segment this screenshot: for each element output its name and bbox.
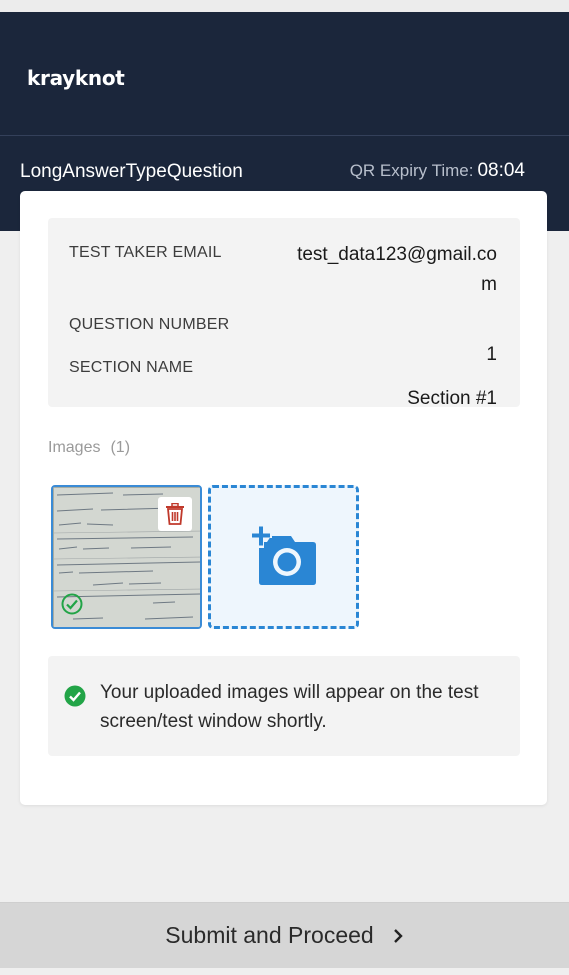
- test-info-panel: TEST TAKER EMAIL test_data123@gmail.com …: [48, 218, 520, 409]
- email-label: TEST TAKER EMAIL: [69, 244, 222, 261]
- add-photo-icon: [249, 526, 316, 585]
- section-name-label: SECTION NAME: [69, 359, 194, 376]
- bottom-strip: [0, 968, 569, 975]
- question-number-value: 1: [486, 344, 497, 365]
- header-divider: [0, 135, 569, 136]
- qr-expiry-time: 08:04: [477, 160, 525, 181]
- top-status-strip: [0, 0, 569, 12]
- images-heading: Images (1): [48, 439, 130, 457]
- question-type-title: LongAnswerTypeQuestion: [20, 161, 243, 182]
- uploaded-image-thumbnail[interactable]: [51, 485, 202, 629]
- brand-logo: krayknot: [27, 66, 125, 90]
- submit-label: Submit and Proceed: [165, 922, 374, 948]
- upload-success-icon: [61, 593, 83, 615]
- section-name-value: Section #1: [407, 388, 497, 409]
- qr-expiry: QR Expiry Time: 08:04: [350, 160, 525, 182]
- upload-notice: Your uploaded images will appear on the …: [48, 656, 520, 756]
- chevron-right-icon: [392, 928, 404, 944]
- images-label: Images: [48, 439, 101, 456]
- qr-expiry-label: QR Expiry Time:: [349, 161, 474, 180]
- email-value: test_data123@gmail.com: [297, 244, 497, 295]
- question-number-label: QUESTION NUMBER: [69, 316, 230, 333]
- submit-and-proceed-button[interactable]: Submit and Proceed: [0, 902, 569, 968]
- question-card: TEST TAKER EMAIL test_data123@gmail.com …: [20, 191, 547, 805]
- images-count: (1): [110, 439, 131, 456]
- check-circle-icon: [64, 685, 86, 707]
- add-image-button[interactable]: [208, 485, 359, 629]
- notice-text: Your uploaded images will appear on the …: [100, 682, 479, 732]
- delete-image-button[interactable]: [158, 497, 192, 531]
- trash-icon: [166, 503, 184, 525]
